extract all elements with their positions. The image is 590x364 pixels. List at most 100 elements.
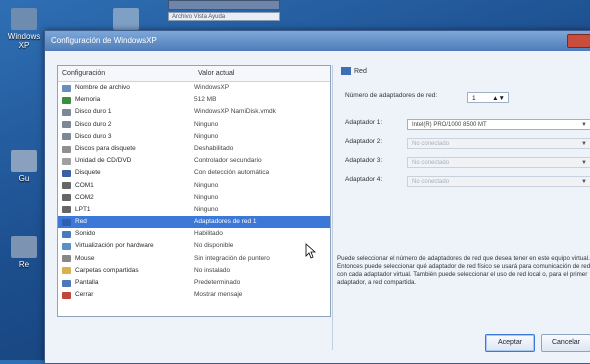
settings-row[interactable]: Virtualización por hardware No disponible <box>58 240 330 252</box>
settings-row-label: LPT1 <box>75 205 91 213</box>
window-titlebar-behind <box>168 0 280 10</box>
settings-row-value: Habilitado <box>194 230 223 238</box>
adapter-count-value: 1 <box>472 95 476 102</box>
chevron-down-icon[interactable]: ▼ <box>581 177 587 186</box>
settings-row-label: COM2 <box>75 193 94 201</box>
ok-button[interactable]: Aceptar <box>485 334 535 352</box>
settings-row-name: Disco duro 1 <box>58 106 190 118</box>
settings-row[interactable]: Disco duro 2 Ninguno <box>58 119 330 131</box>
settings-row-label: Red <box>75 218 87 226</box>
settings-row-value: Con detección automática <box>194 169 270 177</box>
column-header-value[interactable]: Valor actual <box>194 66 330 81</box>
settings-row[interactable]: Cerrar Mostrar mensaje <box>58 289 330 301</box>
settings-row-value: Controlador secundario <box>194 157 262 165</box>
settings-row-name: LPT1 <box>58 204 190 216</box>
hard-disk-icon <box>62 133 71 141</box>
settings-row[interactable]: LPT1 Ninguno <box>58 204 330 216</box>
network-icon <box>341 67 351 75</box>
dialog-title: Configuración de WindowsXP <box>51 36 157 45</box>
mouse-cursor-icon <box>305 243 317 259</box>
dialog-titlebar[interactable]: Configuración de WindowsXP <box>45 31 590 51</box>
settings-row-name: Memoria <box>58 94 190 106</box>
settings-row-name: Pantalla <box>58 277 190 289</box>
settings-row[interactable]: Pantalla Predeterminado <box>58 277 330 289</box>
floppy-icon <box>62 169 71 177</box>
adapter-select[interactable]: No conectado ▼ <box>407 157 590 168</box>
settings-row[interactable]: Memoria 512 MB <box>58 94 330 106</box>
mouse-icon <box>62 255 71 263</box>
settings-row-name: Carpetas compartidas <box>58 265 190 277</box>
spinner-arrows-icon[interactable]: ▲▼ <box>492 93 505 104</box>
desktop-icon-image <box>11 150 37 172</box>
desktop-icon-label: Windows XP <box>7 32 41 50</box>
close-window-button[interactable] <box>567 34 590 48</box>
settings-row-name: Disquete <box>58 167 190 179</box>
settings-row[interactable]: Disquete Con detección automática <box>58 167 330 179</box>
cancel-button[interactable]: Cancelar <box>541 334 590 352</box>
settings-row-value: Adaptadores de red 1 <box>194 218 257 226</box>
chevron-down-icon[interactable]: ▼ <box>581 120 587 129</box>
settings-row-label: Memoria <box>75 96 101 104</box>
settings-row[interactable]: Red Adaptadores de red 1 <box>58 216 330 229</box>
adapter-select-value: No conectado <box>412 179 450 185</box>
settings-row[interactable]: Sonido Habilitado <box>58 228 330 240</box>
network-description: Puede seleccionar el número de adaptador… <box>337 255 590 286</box>
settings-row-label: Discos para disquete <box>75 144 136 152</box>
chevron-down-icon[interactable]: ▼ <box>581 158 587 167</box>
adapter-label: Adaptador 4: <box>345 176 383 183</box>
floppy-drive-icon <box>62 145 71 153</box>
settings-row-name: Disco duro 2 <box>58 119 190 131</box>
settings-row-name: Red <box>58 216 190 228</box>
close-icon <box>62 291 71 299</box>
settings-row[interactable]: Disco duro 1 WindowsXP NamiDisk.vmdk <box>58 106 330 118</box>
settings-row-label: COM1 <box>75 181 94 189</box>
settings-row-value: Predeterminado <box>194 279 241 286</box>
panel-separator <box>332 65 333 350</box>
settings-row[interactable]: Disco duro 3 Ninguno <box>58 131 330 143</box>
cd-dvd-icon <box>62 157 71 165</box>
settings-row[interactable]: Discos para disquete Deshabilitado <box>58 143 330 155</box>
desktop-icon[interactable]: Windows XP <box>2 8 46 50</box>
settings-dialog: Configuración de WindowsXP Configuración… <box>44 30 590 364</box>
settings-row[interactable]: COM2 Ninguno <box>58 192 330 204</box>
adapter-count-spinner[interactable]: 1 ▲▼ <box>467 92 509 103</box>
desktop-icon[interactable]: Gu <box>2 150 46 183</box>
settings-row-name: Unidad de CD/DVD <box>58 155 190 167</box>
settings-row[interactable]: Mouse Sin integración de puntero <box>58 253 330 265</box>
settings-list-header: Configuración Valor actual <box>58 66 330 82</box>
desktop-icon-image <box>113 8 139 30</box>
settings-row-label: Pantalla <box>75 279 99 286</box>
settings-row-value: Ninguno <box>194 120 219 128</box>
settings-row-value: WindowsXP NamiDisk.vmdk <box>194 108 276 116</box>
adapter-select[interactable]: Intel(R) PRO/1000 8500 MT ▼ <box>407 119 590 130</box>
settings-row-name: Virtualización por hardware <box>58 240 190 252</box>
settings-row-value: Ninguno <box>194 132 219 140</box>
settings-row-name: Discos para disquete <box>58 143 190 155</box>
settings-row-value: Deshabilitado <box>194 144 234 152</box>
settings-row[interactable]: Unidad de CD/DVD Controlador secundario <box>58 155 330 167</box>
desktop-icon[interactable]: Re <box>2 236 46 269</box>
network-icon <box>62 218 71 226</box>
settings-row-name: Disco duro 3 <box>58 131 190 143</box>
settings-row-label: Disco duro 2 <box>75 120 112 128</box>
hard-disk-icon <box>62 108 71 116</box>
settings-row-value: WindowsXP <box>194 84 230 91</box>
display-icon <box>62 279 71 287</box>
settings-row-label: Disco duro 3 <box>75 132 112 140</box>
settings-row-label: Cerrar <box>75 291 94 299</box>
file-icon <box>62 84 71 92</box>
adapter-select[interactable]: No conectado ▼ <box>407 138 590 149</box>
network-section-label: Red <box>354 67 367 75</box>
network-section-title: Red <box>341 65 367 77</box>
settings-row[interactable]: COM1 Ninguno <box>58 180 330 192</box>
column-header-setting[interactable]: Configuración <box>58 66 194 81</box>
chevron-down-icon[interactable]: ▼ <box>581 139 587 148</box>
parallel-port-icon <box>62 206 71 214</box>
adapter-select[interactable]: No conectado ▼ <box>407 176 590 187</box>
settings-row[interactable]: Carpetas compartidas No instalado <box>58 265 330 277</box>
serial-port-icon <box>62 194 71 202</box>
settings-row[interactable]: Nombre de archivo WindowsXP <box>58 82 330 94</box>
settings-row-value: No instalado <box>194 266 231 274</box>
adapter-label: Adaptador 3: <box>345 157 383 164</box>
settings-row-name: Nombre de archivo <box>58 82 190 94</box>
